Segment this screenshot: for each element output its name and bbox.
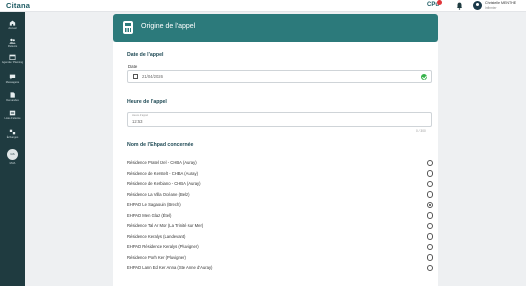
- user-name[interactable]: Christelle MENTHE: [485, 1, 516, 5]
- bell-icon[interactable]: [456, 2, 463, 10]
- sidebar-item-label: Échanges: [6, 136, 19, 139]
- ehpad-radio-button[interactable]: [426, 243, 433, 250]
- ehpad-option[interactable]: Résidence Pratel Izel - CHBA (Auray): [127, 159, 433, 169]
- sidebar-item-demandes[interactable]: Demandes: [0, 92, 25, 112]
- ehpad-section-title: Nom de l'Ehpad concernée: [127, 142, 194, 148]
- exchange-icon: [9, 129, 16, 135]
- ehpad-option[interactable]: EHPAD Lann Ed Ker Anna (Ste Anne d'Auray…: [127, 264, 433, 274]
- time-section-title: Heure de l'appel: [127, 99, 167, 105]
- ehpad-option[interactable]: Résidence Porh Ker (Pluvigner): [127, 254, 433, 264]
- sidebar-item-messagerie[interactable]: Messagerie: [0, 74, 25, 94]
- sidebar-item-liste-attente[interactable]: Liste d'attente: [0, 110, 25, 130]
- sidebar-item-label: Agenda / Planning: [1, 61, 24, 64]
- ehpad-option[interactable]: Résidence Tal Ar Mor (La Trinité sur Mer…: [127, 222, 433, 232]
- check-circle-icon: [421, 74, 427, 80]
- ehpad-radio-button[interactable]: [426, 159, 433, 166]
- ehpad-option-label: Résidence Keralys (Landevant): [127, 233, 186, 239]
- ehpad-option-label: Résidence La Villa Océane (Belz): [127, 191, 190, 197]
- workspace-badge[interactable]: GS: [7, 149, 18, 160]
- time-value: 12:53: [132, 119, 143, 124]
- ehpad-option-label: EHPAD Le Sagaouin (Brech): [127, 202, 181, 207]
- sidebar-item-agenda[interactable]: Agenda / Planning: [0, 54, 25, 74]
- ehpad-option[interactable]: EHPAD Résidence Keralys (Pluvigner): [127, 243, 433, 253]
- sidebar-item-label: Patients: [7, 45, 18, 48]
- document-icon: [10, 92, 15, 98]
- users-icon: [9, 38, 16, 44]
- ehpad-radio-button[interactable]: [426, 180, 433, 187]
- list-icon: [9, 110, 16, 116]
- ehpad-option[interactable]: Résidence La Villa Océane (Belz): [127, 191, 433, 201]
- ehpad-option-label: EHPAD Men Glaz (Étel): [127, 212, 172, 218]
- ehpad-radio-button[interactable]: [426, 201, 433, 208]
- avatar[interactable]: [473, 1, 482, 10]
- ehpad-radio-button[interactable]: [426, 222, 433, 229]
- sidebar-item-accueil[interactable]: Accueil: [0, 20, 25, 40]
- ehpad-option-label: Résidence Porh Ker (Pluvigner): [127, 254, 186, 260]
- time-field[interactable]: Heure d'appel 12:53: [127, 112, 432, 127]
- ehpad-option[interactable]: Résidence de Kerbiano - CHBA (Auray): [127, 180, 433, 190]
- top-bar: Citana CPu Christelle MENTHE Infirmier: [0, 0, 526, 12]
- ehpad-option-label: EHPAD Lann Ed Ker Anna (Ste Anne d'Auray…: [127, 265, 213, 270]
- sidebar: Accueil Patients Agenda / Planning Messa…: [0, 12, 25, 286]
- notification-dot: [437, 0, 442, 5]
- sidebar-item-echanges[interactable]: Échanges: [0, 129, 25, 149]
- form-header: Origine de l'appel: [113, 14, 438, 42]
- ehpad-option[interactable]: Résidence de Kerstelt - CHBA (Auray): [127, 170, 433, 180]
- ehpad-option-label: Résidence de Kerbiano - CHBA (Auray): [127, 181, 201, 186]
- ehpad-radio-button[interactable]: [426, 264, 433, 271]
- phone-form-icon: [123, 21, 133, 34]
- date-label: Date: [128, 64, 138, 69]
- ehpad-option[interactable]: EHPAD Men Glaz (Étel): [127, 212, 433, 222]
- ehpad-radio-button[interactable]: [426, 233, 433, 240]
- calendar-icon[interactable]: [133, 74, 138, 79]
- page-title: Origine de l'appel: [141, 23, 196, 30]
- ehpad-radio-button[interactable]: [426, 191, 433, 198]
- user-role: Infirmier: [485, 6, 497, 10]
- workspace-label: MUA: [9, 162, 16, 165]
- home-icon: [9, 20, 16, 26]
- ehpad-option[interactable]: Résidence Keralys (Landevant): [127, 233, 433, 243]
- ehpad-option-label: Résidence Tal Ar Mor (La Trinité sur Mer…: [127, 223, 204, 228]
- chat-icon: [9, 74, 16, 80]
- ehpad-option[interactable]: EHPAD Le Sagaouin (Brech): [127, 201, 433, 211]
- ehpad-option-label: EHPAD Résidence Keralys (Pluvigner): [127, 244, 199, 249]
- sidebar-item-label: Messagerie: [5, 81, 20, 84]
- char-counter: 0 / 300: [416, 129, 426, 133]
- date-field[interactable]: 21/04/2026: [127, 70, 432, 83]
- ehpad-radio-button[interactable]: [426, 254, 433, 261]
- ehpad-radio-button[interactable]: [426, 170, 433, 177]
- ehpad-option-label: Résidence Pratel Izel - CHBA (Auray): [127, 160, 197, 165]
- app-logo[interactable]: Citana: [6, 1, 30, 10]
- date-section-title: Date de l'appel: [127, 52, 164, 58]
- sidebar-item-label: Liste d'attente: [4, 117, 21, 120]
- date-value: 21/04/2026: [142, 74, 163, 79]
- time-floating-label: Heure d'appel: [132, 114, 149, 117]
- sidebar-item-label: Demandes: [6, 99, 19, 102]
- ehpad-option-label: Résidence de Kerstelt - CHBA (Auray): [127, 170, 198, 176]
- call-origin-form: Date de l'appel Date 21/04/2026 Heure de…: [113, 42, 438, 286]
- sidebar-item-label: Accueil: [8, 27, 17, 30]
- calendar-icon: [9, 54, 16, 60]
- ehpad-radio-button[interactable]: [426, 212, 433, 219]
